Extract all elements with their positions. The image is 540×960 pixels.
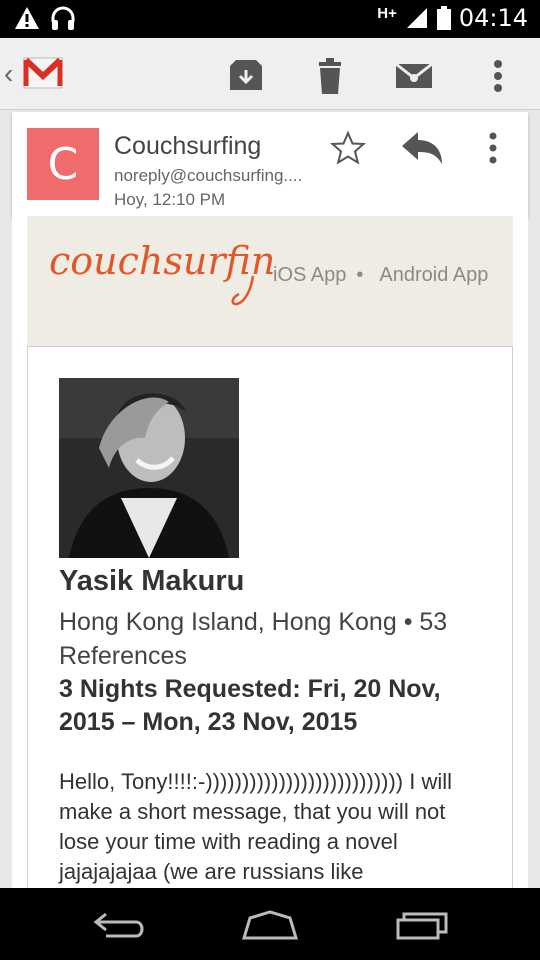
mark-unread-icon[interactable] [394, 56, 434, 96]
trash-icon[interactable] [310, 56, 350, 96]
overflow-menu-icon[interactable] [490, 56, 506, 96]
profile-photo[interactable] [59, 378, 239, 558]
battery-icon [436, 6, 451, 30]
ios-app-link[interactable]: iOS App [273, 264, 346, 287]
svg-text:couchsurfing: couchsurfing [49, 239, 277, 283]
back-nav-icon[interactable] [92, 908, 148, 942]
separator-dot: • [356, 264, 364, 286]
signal-icon [406, 8, 427, 28]
headset-icon [51, 6, 75, 30]
message-date: Hoy, 12:10 PM [114, 190, 226, 209]
sender-email: noreply@couchsurfing.... [114, 166, 303, 185]
status-bar: H+ 04:14 [0, 0, 540, 38]
back-chevron-icon[interactable]: ‹ [4, 58, 13, 90]
recents-nav-icon[interactable] [394, 908, 450, 942]
action-bar: ‹ [0, 38, 540, 110]
profile-name: Yasik Makuru [59, 565, 245, 597]
android-app-link[interactable]: Android App [379, 264, 488, 287]
warning-icon [15, 7, 39, 29]
gmail-logo[interactable] [20, 48, 66, 96]
archive-icon[interactable] [226, 56, 266, 96]
reply-icon[interactable] [400, 130, 444, 166]
sender-avatar[interactable]: C [27, 128, 99, 200]
request-card: Yasik Makuru Hong Kong Island, Hong Kong… [27, 346, 513, 888]
request-dates: 3 Nights Requested: Fri, 20 Nov, 2015 – … [59, 675, 441, 736]
message-overflow-icon[interactable] [486, 130, 500, 166]
couchsurfing-banner: couchsurfing iOS App • Android App [27, 216, 513, 346]
email-body: couchsurfing iOS App • Android App Yasik… [12, 216, 528, 888]
sender-name: Couchsurfing [114, 132, 262, 160]
navigation-bar [0, 888, 540, 960]
message-header: C Couchsurfing noreply@couchsurfing.... … [12, 112, 528, 216]
clock: 04:14 [458, 4, 528, 32]
profile-location: Hong Kong Island, Hong Kong • 53 Referen… [59, 608, 448, 670]
home-nav-icon[interactable] [240, 908, 300, 942]
couchsurfing-logo[interactable]: couchsurfing [47, 228, 277, 308]
request-message: Hello, Tony!!!!:-)))))))))))))))))))))))… [59, 769, 453, 884]
network-type-label: H+ [377, 4, 397, 22]
star-icon[interactable] [330, 130, 366, 166]
